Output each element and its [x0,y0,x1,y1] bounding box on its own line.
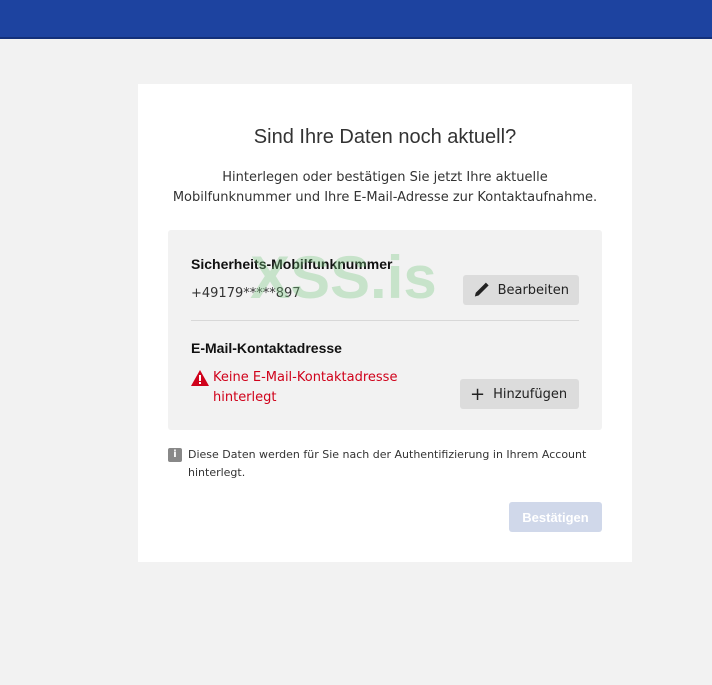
divider [191,320,579,321]
top-header-bar [0,0,712,39]
add-email-label: Hinzufügen [493,386,568,402]
contact-data-box: Sicherheits-Mobilfunknummer +49179*****8… [168,230,602,430]
subtitle: Hinterlegen oder bestätigen Sie jetzt Ih… [158,168,612,208]
page-title: Sind Ihre Daten noch aktuell? [253,126,517,148]
plus-icon: + [470,383,486,405]
subtitle-line: Mobilfunknummer und Ihre E-Mail-Adresse … [172,190,598,205]
contact-data-card: Sind Ihre Daten noch aktuell? Hinterlege… [138,84,632,562]
warning-icon [191,370,209,386]
phone-value: +49179*****897 [191,286,301,301]
subtitle-line: Hinterlegen oder bestätigen Sie jetzt Ih… [222,170,548,185]
info-text: Diese Daten werden für Sie nach der Auth… [188,448,587,479]
edit-phone-label: Bearbeiten [497,282,569,298]
info-note: i Diese Daten werden für Sie nach der Au… [168,446,608,482]
info-icon: i [168,448,182,462]
email-label: E-Mail-Kontaktadresse [191,340,342,356]
phone-label: Sicherheits-Mobilfunknummer [191,256,393,272]
add-email-button[interactable]: + Hinzufügen [460,379,579,409]
email-error-message: Keine E-Mail-Kontaktadresse hinterlegt [191,368,431,408]
edit-phone-button[interactable]: Bearbeiten [463,275,579,305]
confirm-button[interactable]: Bestätigen [509,502,602,532]
email-error-text: Keine E-Mail-Kontaktadresse hinterlegt [213,370,398,405]
pencil-icon [474,282,489,297]
